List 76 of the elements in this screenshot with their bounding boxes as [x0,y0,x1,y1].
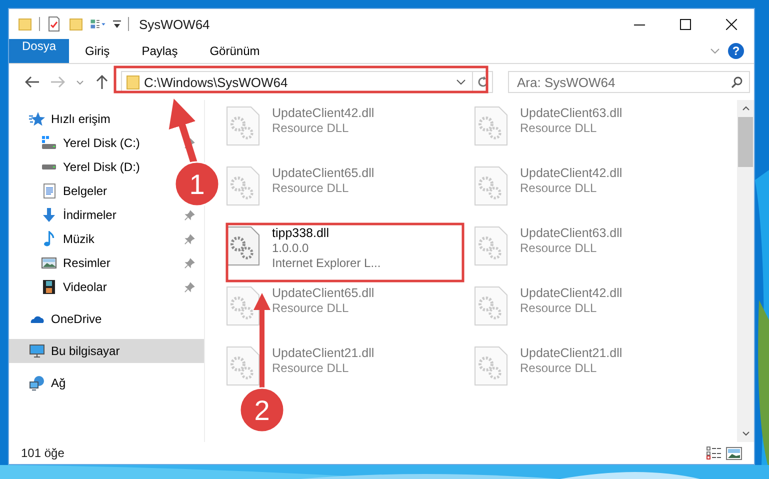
file-menu-tab[interactable]: Dosya [9,39,70,63]
ribbon-tab[interactable]: Giriş [69,39,126,63]
file-item[interactable]: UpdateClient21.dll Resource DLL [472,344,720,404]
address-bar[interactable]: C:\Windows\SysWOW64 [121,71,493,93]
picture-icon [41,255,57,271]
step-badge: 2 [239,387,285,433]
pin-icon[interactable] [184,258,195,268]
step-badge: 1 [174,161,220,207]
folder-icon [126,74,140,90]
pin-icon[interactable] [184,234,195,244]
download-icon [41,207,57,223]
gear-file-icon [474,166,508,206]
file-item[interactable]: UpdateClient42.dll Resource DLL [472,284,720,344]
nav-item[interactable]: Belgeler [41,179,110,203]
pin-icon[interactable] [184,210,195,220]
nav-item[interactable]: Müzik [41,227,96,251]
pin-icon[interactable] [184,138,195,148]
search-icon [731,76,743,88]
nav-item[interactable]: Yerel Disk (C:) [41,131,142,155]
network-icon [29,375,45,391]
nav-item[interactable]: Bu bilgisayar [9,339,204,363]
gear-file-icon [474,106,508,146]
details-view-button[interactable] [704,444,724,462]
gear-file-icon [474,346,508,386]
file-item[interactable]: UpdateClient42.dll Resource DLL [472,164,720,224]
scrollbar[interactable] [737,100,754,442]
item-count: 101 öğe [21,446,66,460]
file-item[interactable]: UpdateClient63.dll Resource DLL [472,104,720,164]
nav-item[interactable]: OneDrive [9,307,204,331]
close-icon [726,18,736,30]
properties-icon[interactable] [46,16,62,32]
music-note-icon [41,231,57,247]
chevron-down-icon[interactable] [456,79,466,85]
ribbon-tab[interactable]: Paylaş [126,39,194,63]
gear-file-icon [474,226,508,266]
help-button[interactable]: ? [728,43,744,59]
scroll-thumb[interactable] [738,117,753,167]
forward-arrow-icon [51,76,65,88]
customize-toolbar-icon[interactable] [112,19,122,29]
maximize-icon [680,18,690,30]
gear-file-icon [226,106,260,146]
search-field[interactable]: Ara: SysWOW64 [508,71,750,93]
nav-item[interactable]: Ağ [9,371,204,395]
nav-item[interactable]: İndirmeler [41,203,118,227]
file-item[interactable]: tipp338.dll 1.0.0.0 Internet Explorer L... [224,224,472,284]
nav-item[interactable]: Hızlı erişim [9,107,204,131]
file-item[interactable]: UpdateClient65.dll Resource DLL [224,284,472,344]
nav-item[interactable]: Resimler [41,251,112,275]
picture-icon [726,446,742,460]
drive-icon [41,164,57,170]
refresh-icon [476,76,488,88]
nav-item[interactable]: Yerel Disk (D:) [41,155,142,179]
star-icon [29,111,45,127]
gear-file-icon [226,226,260,266]
window-title: SysWOW64 [139,16,210,32]
gear-file-icon [226,346,260,386]
monitor-icon [29,343,45,359]
chevron-down-icon [76,80,84,84]
file-item[interactable]: UpdateClient65.dll Resource DLL [224,164,472,224]
document-icon [41,183,57,199]
gear-file-icon [226,286,260,326]
large-icons-view-button[interactable] [724,444,744,462]
ribbon-tab[interactable]: Görünüm [194,39,276,63]
gear-file-icon [474,286,508,326]
drive-icon [41,135,57,151]
pin-icon[interactable] [184,282,195,292]
gear-file-icon [226,166,260,206]
file-item[interactable]: UpdateClient63.dll Resource DLL [472,224,720,284]
back-arrow-icon [25,76,39,88]
film-icon [41,279,57,295]
details-list-icon [706,446,722,460]
chevron-down-icon [742,431,750,436]
file-item[interactable]: UpdateClient42.dll Resource DLL [224,104,472,164]
up-arrow-icon [96,75,108,89]
nav-item[interactable]: Videolar [41,275,109,299]
chevron-up-icon [742,106,750,111]
